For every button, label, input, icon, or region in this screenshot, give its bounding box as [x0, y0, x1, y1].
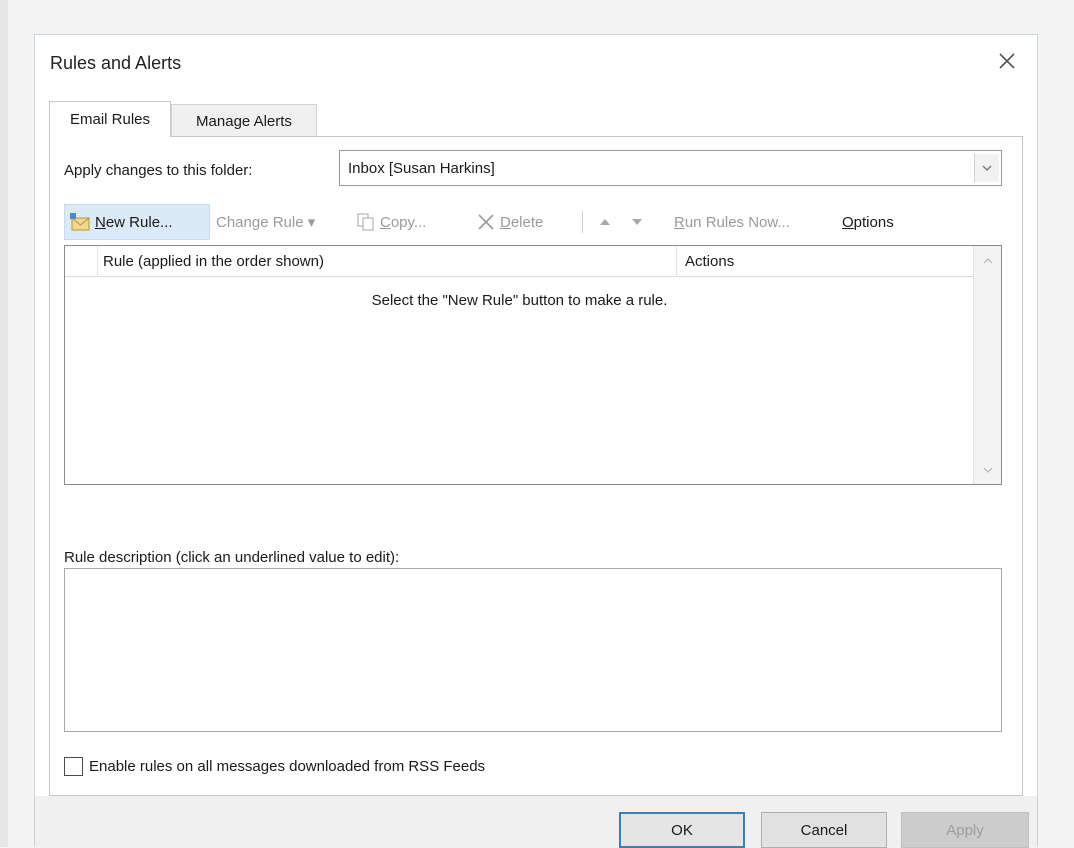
dialog-title: Rules and Alerts [50, 53, 182, 73]
delete-button[interactable]: Delete [476, 204, 543, 240]
apply-button[interactable]: Apply [901, 812, 1029, 848]
rss-rules-option[interactable]: Enable rules on all messages downloaded … [64, 757, 485, 776]
rules-and-alerts-dialog: Rules and Alerts Email Rules Manage Aler… [34, 34, 1038, 848]
rule-description-label: Rule description (click an underlined va… [64, 549, 400, 566]
scroll-down-icon [983, 467, 992, 473]
options-button[interactable]: Options [842, 204, 894, 240]
scroll-up-button[interactable] [974, 248, 1001, 272]
close-icon [999, 53, 1015, 69]
rules-list-scrollbar[interactable] [973, 246, 1001, 484]
rules-list-header: Rule (applied in the order shown) Action… [65, 246, 974, 277]
change-rule-button[interactable]: Change Rule ▾ [216, 204, 315, 240]
new-rule-button[interactable]: New Rule... [64, 204, 210, 240]
empty-rules-message: Select the "New Rule" button to make a r… [371, 292, 668, 309]
toolbar-separator [582, 211, 583, 233]
column-header-actions[interactable]: Actions [685, 253, 734, 270]
rss-rules-checkbox[interactable] [64, 757, 83, 776]
dialog-footer: OK Cancel Apply [35, 796, 1037, 848]
header-checkbox-column [65, 246, 98, 276]
move-down-button[interactable] [630, 204, 644, 240]
folder-dropdown-button[interactable] [974, 154, 999, 182]
run-rules-now-button[interactable]: Run Rules Now... [674, 204, 790, 240]
column-divider [676, 246, 677, 276]
background-window-edge [0, 0, 8, 847]
rule-description-box[interactable] [64, 568, 1002, 732]
new-rule-label: New Rule... [95, 213, 173, 231]
tab-manage-alerts[interactable]: Manage Alerts [171, 104, 317, 137]
ok-button[interactable]: OK [619, 812, 745, 848]
email-rules-panel: Apply changes to this folder: Inbox [Sus… [49, 136, 1023, 796]
scroll-up-icon [983, 257, 992, 263]
delete-x-icon [478, 214, 494, 230]
arrow-up-icon [600, 219, 610, 225]
move-up-button[interactable] [598, 204, 612, 240]
close-button[interactable] [991, 45, 1023, 77]
cancel-button[interactable]: Cancel [761, 812, 887, 848]
folder-select-value: Inbox [Susan Harkins] [348, 160, 495, 177]
chevron-down-icon [982, 165, 992, 171]
rss-rules-label[interactable]: Enable rules on all messages downloaded … [89, 758, 485, 775]
rules-list[interactable]: Rule (applied in the order shown) Action… [64, 245, 1002, 485]
folder-select[interactable]: Inbox [Susan Harkins] [339, 150, 1002, 186]
scroll-down-button[interactable] [974, 458, 1001, 482]
new-rule-icon [70, 213, 90, 231]
copy-icon [357, 213, 374, 231]
column-header-rule[interactable]: Rule (applied in the order shown) [103, 253, 324, 270]
rules-toolbar: New Rule... Change Rule ▾ Copy... Delete [64, 204, 1004, 242]
tab-email-rules[interactable]: Email Rules [49, 101, 171, 137]
copy-button[interactable]: Copy... [356, 204, 426, 240]
folder-label: Apply changes to this folder: [64, 162, 253, 179]
arrow-down-icon [632, 219, 642, 225]
